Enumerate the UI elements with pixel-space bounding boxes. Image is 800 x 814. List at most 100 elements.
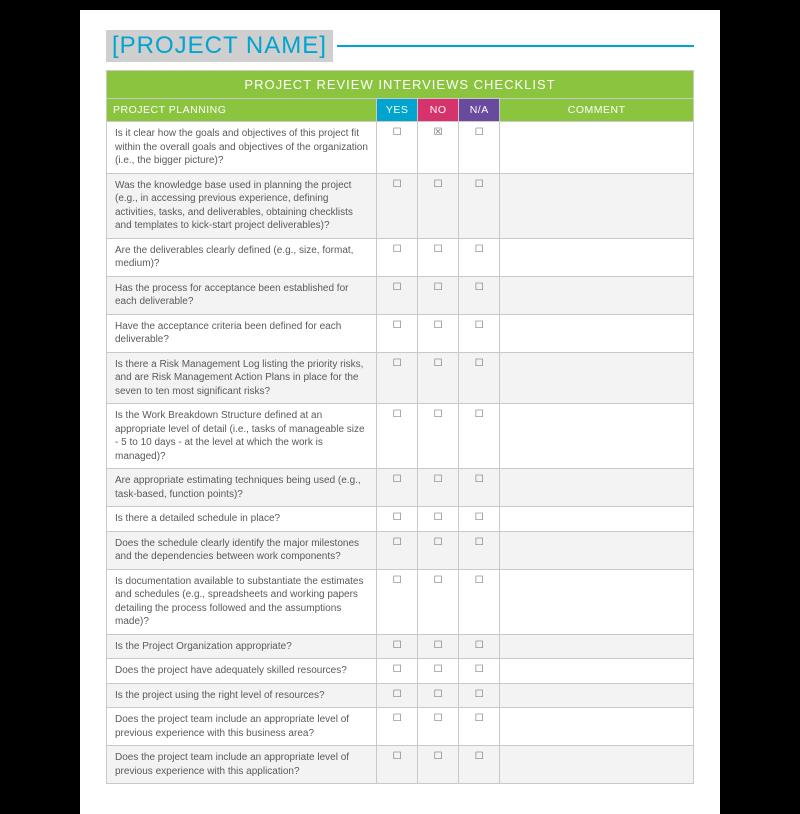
na-checkbox[interactable]: ☐ [459, 404, 500, 469]
yes-checkbox[interactable]: ☐ [377, 276, 418, 314]
col-no: NO [418, 99, 459, 122]
comment-cell[interactable] [500, 746, 694, 784]
yes-checkbox[interactable]: ☐ [377, 469, 418, 507]
question-cell: Is there a detailed schedule in place? [107, 507, 377, 532]
table-row: Does the project team include an appropr… [107, 746, 694, 784]
no-checkbox[interactable]: ☐ [418, 531, 459, 569]
question-cell: Was the knowledge base used in planning … [107, 173, 377, 238]
na-checkbox[interactable]: ☐ [459, 659, 500, 684]
table-row: Is it clear how the goals and objectives… [107, 122, 694, 174]
no-checkbox[interactable]: ☐ [418, 569, 459, 634]
question-cell: Is there a Risk Management Log listing t… [107, 352, 377, 404]
na-checkbox[interactable]: ☐ [459, 708, 500, 746]
comment-cell[interactable] [500, 708, 694, 746]
question-cell: Are the deliverables clearly defined (e.… [107, 238, 377, 276]
no-checkbox[interactable]: ☐ [418, 507, 459, 532]
question-cell: Does the project team include an appropr… [107, 708, 377, 746]
na-checkbox[interactable]: ☐ [459, 683, 500, 708]
na-checkbox[interactable]: ☐ [459, 314, 500, 352]
comment-cell[interactable] [500, 173, 694, 238]
na-checkbox[interactable]: ☐ [459, 507, 500, 532]
no-checkbox[interactable]: ☐ [418, 659, 459, 684]
comment-cell[interactable] [500, 659, 694, 684]
comment-cell[interactable] [500, 238, 694, 276]
table-row: Is the Work Breakdown Structure defined … [107, 404, 694, 469]
question-cell: Have the acceptance criteria been define… [107, 314, 377, 352]
table-row: Is the Project Organization appropriate?… [107, 634, 694, 659]
table-row: Is there a detailed schedule in place?☐☐… [107, 507, 694, 532]
yes-checkbox[interactable]: ☐ [377, 238, 418, 276]
yes-checkbox[interactable]: ☐ [377, 404, 418, 469]
question-cell: Does the project team include an appropr… [107, 746, 377, 784]
na-checkbox[interactable]: ☐ [459, 276, 500, 314]
table-row: Does the project have adequately skilled… [107, 659, 694, 684]
no-checkbox[interactable]: ☐ [418, 352, 459, 404]
table-row: Is documentation available to substantia… [107, 569, 694, 634]
yes-checkbox[interactable]: ☐ [377, 708, 418, 746]
no-checkbox[interactable]: ☐ [418, 708, 459, 746]
na-checkbox[interactable]: ☐ [459, 122, 500, 174]
comment-cell[interactable] [500, 531, 694, 569]
table-row: Are the deliverables clearly defined (e.… [107, 238, 694, 276]
comment-cell[interactable] [500, 352, 694, 404]
no-checkbox[interactable]: ☒ [418, 122, 459, 174]
comment-cell[interactable] [500, 683, 694, 708]
yes-checkbox[interactable]: ☐ [377, 569, 418, 634]
table-row: Is there a Risk Management Log listing t… [107, 352, 694, 404]
table-row: Was the knowledge base used in planning … [107, 173, 694, 238]
comment-cell[interactable] [500, 122, 694, 174]
checklist-table: PROJECT PLANNING YES NO N/A COMMENT Is i… [106, 98, 694, 784]
comment-cell[interactable] [500, 469, 694, 507]
no-checkbox[interactable]: ☐ [418, 276, 459, 314]
question-cell: Is the Work Breakdown Structure defined … [107, 404, 377, 469]
table-row: Is the project using the right level of … [107, 683, 694, 708]
no-checkbox[interactable]: ☐ [418, 634, 459, 659]
question-cell: Are appropriate estimating techniques be… [107, 469, 377, 507]
yes-checkbox[interactable]: ☐ [377, 683, 418, 708]
comment-cell[interactable] [500, 404, 694, 469]
question-cell: Does the project have adequately skilled… [107, 659, 377, 684]
table-row: Has the process for acceptance been esta… [107, 276, 694, 314]
col-section: PROJECT PLANNING [107, 99, 377, 122]
question-cell: Has the process for acceptance been esta… [107, 276, 377, 314]
na-checkbox[interactable]: ☐ [459, 569, 500, 634]
yes-checkbox[interactable]: ☐ [377, 352, 418, 404]
question-cell: Is the Project Organization appropriate? [107, 634, 377, 659]
na-checkbox[interactable]: ☐ [459, 352, 500, 404]
na-checkbox[interactable]: ☐ [459, 746, 500, 784]
table-row: Are appropriate estimating techniques be… [107, 469, 694, 507]
yes-checkbox[interactable]: ☐ [377, 659, 418, 684]
no-checkbox[interactable]: ☐ [418, 314, 459, 352]
yes-checkbox[interactable]: ☐ [377, 746, 418, 784]
page-title: [PROJECT NAME] [106, 30, 333, 62]
na-checkbox[interactable]: ☐ [459, 469, 500, 507]
table-row: Have the acceptance criteria been define… [107, 314, 694, 352]
yes-checkbox[interactable]: ☐ [377, 507, 418, 532]
no-checkbox[interactable]: ☐ [418, 746, 459, 784]
na-checkbox[interactable]: ☐ [459, 634, 500, 659]
comment-cell[interactable] [500, 634, 694, 659]
no-checkbox[interactable]: ☐ [418, 683, 459, 708]
table-header-row: PROJECT PLANNING YES NO N/A COMMENT [107, 99, 694, 122]
comment-cell[interactable] [500, 276, 694, 314]
col-na: N/A [459, 99, 500, 122]
comment-cell[interactable] [500, 507, 694, 532]
yes-checkbox[interactable]: ☐ [377, 634, 418, 659]
na-checkbox[interactable]: ☐ [459, 531, 500, 569]
no-checkbox[interactable]: ☐ [418, 404, 459, 469]
col-comment: COMMENT [500, 99, 694, 122]
na-checkbox[interactable]: ☐ [459, 173, 500, 238]
question-cell: Is documentation available to substantia… [107, 569, 377, 634]
comment-cell[interactable] [500, 314, 694, 352]
no-checkbox[interactable]: ☐ [418, 238, 459, 276]
no-checkbox[interactable]: ☐ [418, 173, 459, 238]
yes-checkbox[interactable]: ☐ [377, 531, 418, 569]
yes-checkbox[interactable]: ☐ [377, 173, 418, 238]
question-cell: Is it clear how the goals and objectives… [107, 122, 377, 174]
no-checkbox[interactable]: ☐ [418, 469, 459, 507]
comment-cell[interactable] [500, 569, 694, 634]
question-cell: Does the schedule clearly identify the m… [107, 531, 377, 569]
na-checkbox[interactable]: ☐ [459, 238, 500, 276]
yes-checkbox[interactable]: ☐ [377, 122, 418, 174]
yes-checkbox[interactable]: ☐ [377, 314, 418, 352]
